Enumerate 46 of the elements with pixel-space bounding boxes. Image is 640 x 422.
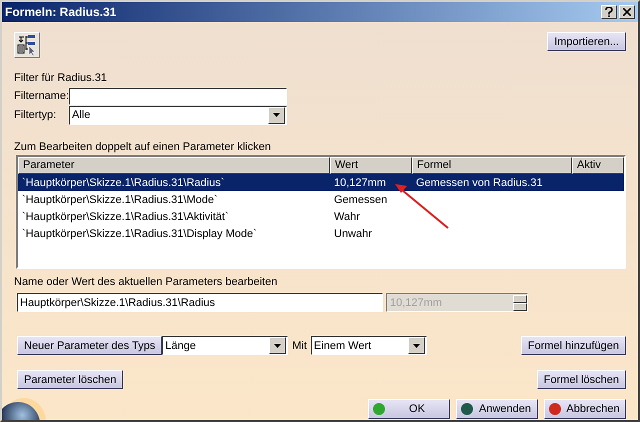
delete-parameter-button[interactable]: Parameter löschen (17, 370, 124, 389)
window-title: Formeln: Radius.31 (5, 5, 116, 19)
table-cell: `Hauptkörper\Skizze.1\Radius.31\Display Mode` (22, 228, 257, 240)
editor-label: Name oder Wert des aktuellen Parameters bearbeiten (14, 276, 278, 290)
formula-tree-tool-button[interactable] (14, 32, 40, 58)
globe-drawing (2, 396, 46, 420)
filter-type-dropdown[interactable]: Alle (69, 106, 287, 124)
table-cell: 10,127mm (334, 176, 386, 188)
delete-formula-button[interactable]: Formel löschen (536, 370, 626, 389)
table-cell: Unwahr (334, 228, 372, 240)
close-button[interactable] (619, 5, 635, 19)
with-label: Mit (292, 340, 307, 352)
help-button[interactable] (601, 5, 617, 19)
filter-name-label: Filtername: (14, 90, 69, 102)
table-cell: Wahr (334, 210, 360, 222)
filter-name-field[interactable] (69, 88, 287, 104)
parameter-name-field[interactable]: Hauptkörper\Skizze.1\Radius.31\Radius (17, 293, 383, 312)
table-row[interactable]: `Hauptkörper\Skizze.1\Radius.31\Mode` Gemessen (18, 191, 624, 208)
column-header[interactable]: Parameter (18, 157, 330, 174)
table-row[interactable]: `Hauptkörper\Skizze.1\Radius.31\Radius` 10,127mm Gemessen von Radius.31 (18, 174, 624, 191)
table-row[interactable]: `Hauptkörper\Skizze.1\Radius.31\Aktivität` Wahr (18, 208, 624, 225)
table-cell: Gemessen (334, 194, 388, 206)
dialog-button[interactable]: Abbrechen (544, 399, 626, 419)
filter-type-label: Filtertyp: (14, 109, 58, 121)
dropdown-arrow-icon (412, 344, 420, 348)
new-parameter-button[interactable]: Neuer Parameter des Typs (17, 336, 162, 355)
table-row[interactable]: `Hauptkörper\Skizze.1\Radius.31\Display Mode` Unwahr (18, 225, 624, 242)
dialog-button[interactable]: Anwenden (456, 399, 538, 419)
help-icon (605, 7, 613, 17)
dialog-button[interactable]: OK (368, 399, 450, 419)
filter-heading: Filter für Radius.31 (14, 72, 108, 86)
parameter-type-dropdown[interactable]: Länge (162, 336, 288, 355)
table-cell: Gemessen von Radius.31 (416, 176, 543, 188)
value-mode-dropdown[interactable]: Einem Wert (310, 336, 427, 355)
column-header[interactable]: Formel (412, 157, 572, 174)
table-cell: `Hauptkörper\Skizze.1\Radius.31\Radius` (22, 176, 224, 188)
column-header[interactable]: Wert (330, 157, 412, 174)
table-caption: Zum Bearbeiten doppelt auf einen Parameter klicken (14, 141, 272, 155)
table-cell: `Hauptkörper\Skizze.1\Radius.31\Aktivität` (22, 210, 229, 222)
column-header[interactable]: Aktiv (572, 157, 624, 174)
dropdown-arrow-icon (273, 113, 280, 117)
table-cell: `Hauptkörper\Skizze.1\Radius.31\Mode` (22, 194, 218, 206)
close-icon (623, 8, 631, 16)
import-button[interactable]: Importieren... (547, 32, 626, 51)
dropdown-arrow-icon (274, 344, 282, 348)
add-formula-button[interactable]: Formel hinzufügen (520, 336, 626, 355)
